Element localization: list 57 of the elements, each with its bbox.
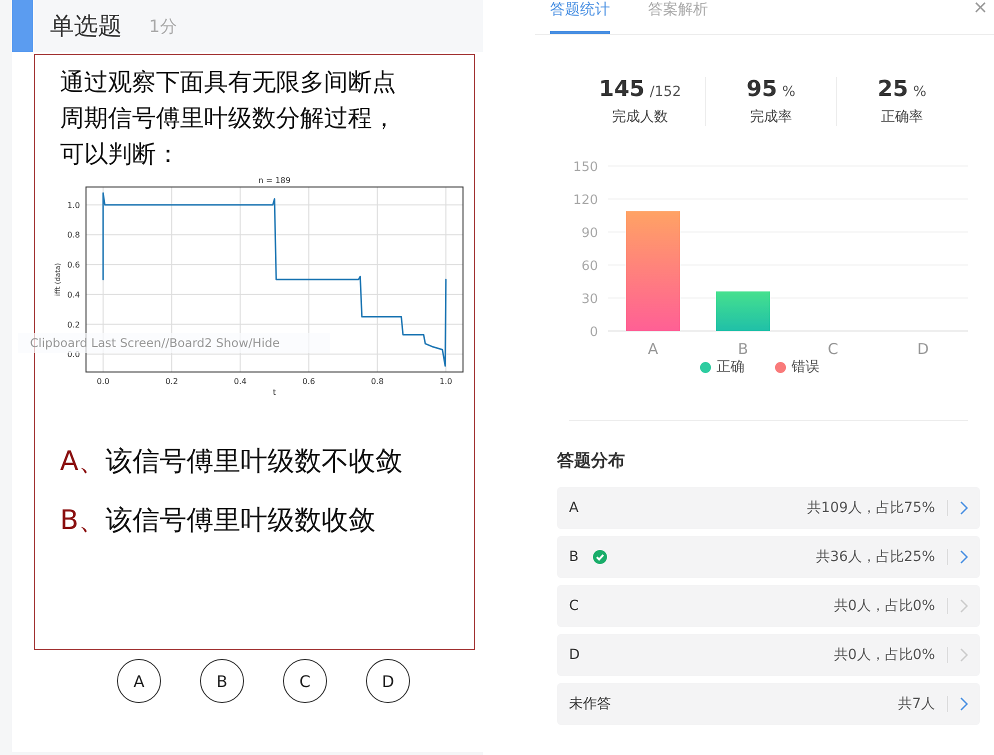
answer-count: 共36人，占比25% [816,548,935,566]
tick-label: 0.6 [302,377,316,386]
tick-label: 0.4 [67,290,80,300]
tick-label: 0.8 [370,377,384,386]
option-text: A、该信号傅里叶级数不收敛 [60,445,404,479]
tick-label: 0.2 [165,377,178,386]
stat-value: 95 % [746,77,796,102]
answer-count: 共7人 [898,695,935,713]
axis-label: t [272,388,276,397]
tick-label: 1.0 [440,377,452,386]
distribution-row[interactable]: B 共36人，占比25% [557,536,980,578]
tick-label: 0.4 [234,377,247,386]
answer-count: 共0人，占比0% [834,646,935,664]
answer-button[interactable]: A [117,659,161,703]
tick-label: 0.8 [67,230,80,240]
tick-label: 0.0 [96,377,110,386]
legend-label: 正确 [716,358,744,376]
tick-label: 0.6 [67,260,80,270]
option-text: B、该信号傅里叶级数收敛 [60,504,377,538]
axis-tick: 120 [573,193,598,208]
answer-count: 共109人，占比75% [807,499,935,517]
tick-label: 0.2 [67,320,80,330]
axis-tick: 60 [581,259,598,274]
option-label: C [569,598,579,614]
stat-label: 正确率 [881,108,923,126]
stat-label: 完成人数 [612,108,668,126]
stat-value: 25 % [878,77,926,102]
answer-button[interactable]: B [200,659,244,703]
axis-tick: 0 [590,325,598,340]
option-label: A [569,500,579,516]
legend-label: 错误 [792,358,820,376]
axis-tick: 150 [573,160,598,175]
tick-label: 1.0 [67,200,80,210]
tick-label: 0.0 [67,350,80,360]
axis-tick: 90 [581,226,598,241]
axis-tick: C [828,340,838,358]
distribution-row[interactable]: A 共109人，占比75% [557,487,980,529]
answer-count: 共0人，占比0% [834,597,935,615]
answer-button[interactable]: D [366,659,410,703]
axis-tick: 30 [581,292,598,307]
axis-tick: B [738,340,748,358]
question-score: 1分 [149,16,177,38]
axis-tick: A [648,340,658,358]
bar [716,291,770,331]
question-type: 单选题 [50,11,122,42]
stat-label: 完成率 [750,108,792,126]
option-label: D [569,647,580,663]
distribution-row[interactable]: 未作答 共7人 [557,683,980,725]
accent-bar [12,0,33,52]
axis-tick: D [917,340,929,358]
answer-button[interactable]: C [283,659,327,703]
option-label: 未作答 [569,695,611,713]
question-text: 通过观察下面具有无限多间断点 周期信号傅里叶级数分解过程， 可以判断： [60,67,397,170]
section-title: 答题分布 [557,450,626,472]
option-label: B [569,549,579,565]
plot-title: n = 189 [258,176,291,185]
stat-value: 145 /152 [598,77,682,102]
